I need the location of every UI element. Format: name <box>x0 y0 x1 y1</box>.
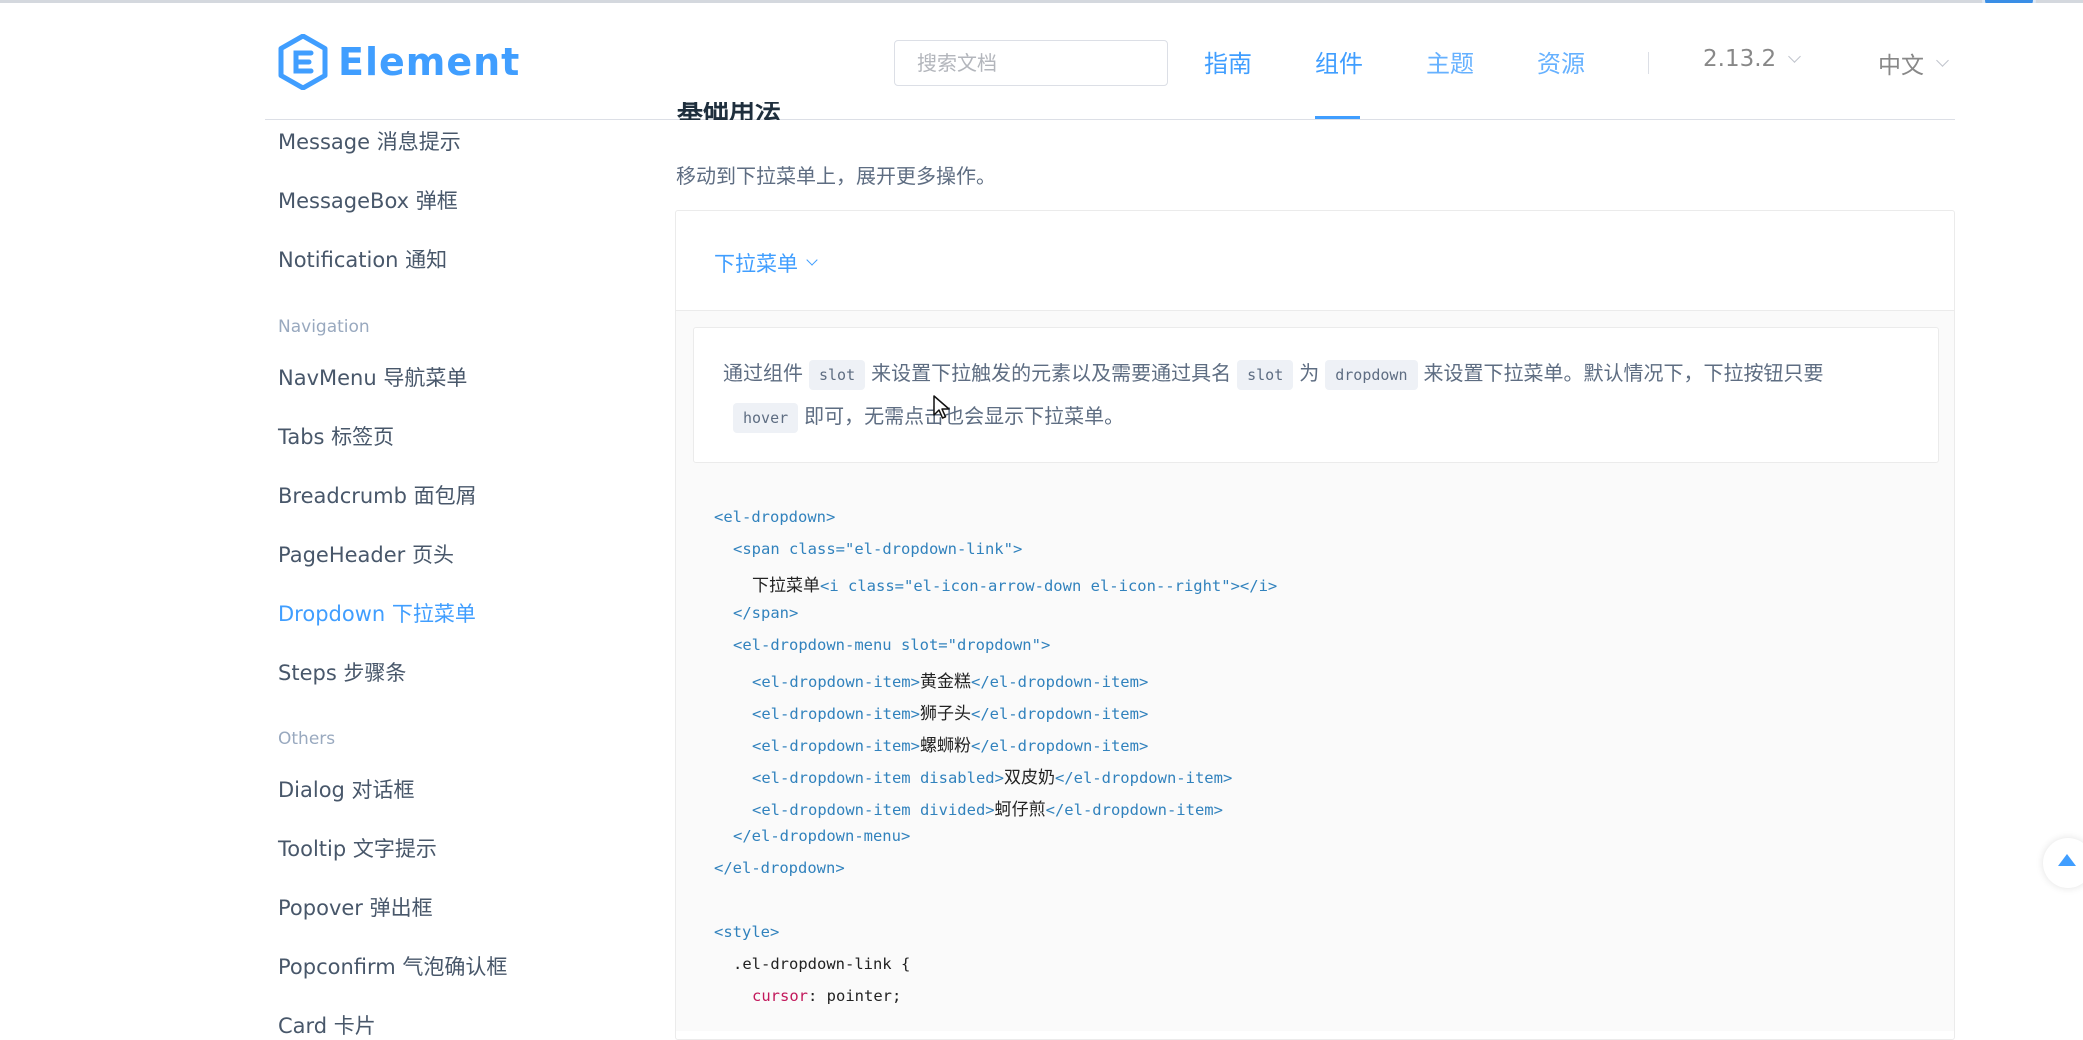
code-chip-slot: slot <box>1237 359 1294 390</box>
description-line-2: hover 即可，无需点击也会显示下拉菜单。 <box>723 400 1124 433</box>
search-input[interactable]: 搜索文档 <box>894 40 1168 86</box>
code-chip-hover: hover <box>733 402 799 433</box>
code-line: <el-dropdown-menu slot="dropdown"> <box>733 636 1051 654</box>
code-line: <el-dropdown-item divided>蚵仔煎</el-dropdo… <box>752 800 1223 820</box>
cursor-icon <box>933 395 950 419</box>
code-line: <span class="el-dropdown-link"> <box>733 540 1023 558</box>
nav-component[interactable]: 组件 <box>1315 44 1363 79</box>
description-box <box>693 327 1939 463</box>
dropdown-trigger-label: 下拉菜单 <box>714 252 798 276</box>
code-line: <el-dropdown-item>螺蛳粉</el-dropdown-item> <box>752 736 1149 756</box>
back-to-top-button[interactable] <box>2043 838 2083 888</box>
chevron-down-icon <box>1936 53 1949 67</box>
code-line: <el-dropdown-item>黄金糕</el-dropdown-item> <box>752 672 1149 692</box>
code-line: 下拉菜单<i class="el-icon-arrow-down el-icon… <box>752 576 1278 596</box>
sidebar-group-others: Others <box>278 729 336 749</box>
sidebar-group-navigation: Navigation <box>278 317 370 337</box>
sidebar-item-popover[interactable]: Popover 弹出框 <box>278 892 433 922</box>
dropdown-trigger[interactable]: 下拉菜单 <box>714 248 818 278</box>
code-chip-slot: slot <box>809 359 866 390</box>
code-chip-dropdown: dropdown <box>1325 359 1418 390</box>
code-line: <el-dropdown> <box>714 508 836 526</box>
element-logo-icon <box>278 34 328 90</box>
sidebar-item-dropdown[interactable]: Dropdown 下拉菜单 <box>278 598 476 628</box>
sidebar-item-messagebox[interactable]: MessageBox 弹框 <box>278 185 458 215</box>
sidebar-item-tooltip[interactable]: Tooltip 文字提示 <box>278 833 437 863</box>
logo[interactable]: Element <box>278 34 520 90</box>
sidebar-item-notification[interactable]: Notification 通知 <box>278 244 447 274</box>
nav-theme[interactable]: 主题 <box>1426 44 1474 79</box>
language-select[interactable]: 中文 <box>1878 46 1949 80</box>
sidebar-item-popconfirm[interactable]: Popconfirm 气泡确认框 <box>278 951 507 981</box>
code-line: </el-dropdown> <box>714 859 845 877</box>
sidebar-item-card[interactable]: Card 卡片 <box>278 1010 376 1040</box>
nav-divider <box>1648 52 1649 74</box>
code-line: cursor: pointer; <box>752 987 902 1005</box>
sidebar-item-navmenu[interactable]: NavMenu 导航菜单 <box>278 362 467 392</box>
sidebar-item-steps[interactable]: Steps 步骤条 <box>278 657 406 687</box>
sidebar-item-tabs[interactable]: Tabs 标签页 <box>278 421 394 451</box>
logo-text: Element <box>338 40 521 84</box>
code-line: <el-dropdown-item disabled>双皮奶</el-dropd… <box>752 768 1233 788</box>
sidebar-item-pageheader[interactable]: PageHeader 页头 <box>278 539 454 569</box>
code-line: </el-dropdown-menu> <box>733 827 911 845</box>
description-line-1: 通过组件 slot 来设置下拉触发的元素以及需要通过具名 slot 为 dropdown 来… <box>723 357 1824 390</box>
code-line: <el-dropdown-item>狮子头</el-dropdown-item> <box>752 704 1149 724</box>
language-label: 中文 <box>1878 53 1924 79</box>
sidebar-item-message[interactable]: Message 消息提示 <box>278 126 461 156</box>
section-title: 基础用法 <box>677 102 782 120</box>
back-to-top-icon <box>2058 854 2076 866</box>
nav-resource[interactable]: 资源 <box>1537 44 1585 79</box>
code-line: <style> <box>714 923 780 941</box>
version-label: 2.13.2 <box>1703 46 1777 72</box>
sidebar-item-breadcrumb[interactable]: Breadcrumb 面包屑 <box>278 480 477 510</box>
chevron-down-icon <box>1788 49 1802 63</box>
code-line: </span> <box>733 604 799 622</box>
code-line: .el-dropdown-link { <box>733 955 911 973</box>
chevron-down-icon <box>806 254 818 266</box>
section-description: 移动到下拉菜单上，展开更多操作。 <box>676 164 996 188</box>
header-divider <box>265 119 1955 120</box>
version-select[interactable]: 2.13.2 <box>1703 46 1802 72</box>
sidebar-item-dialog[interactable]: Dialog 对话框 <box>278 774 415 804</box>
nav-guide[interactable]: 指南 <box>1204 44 1252 79</box>
